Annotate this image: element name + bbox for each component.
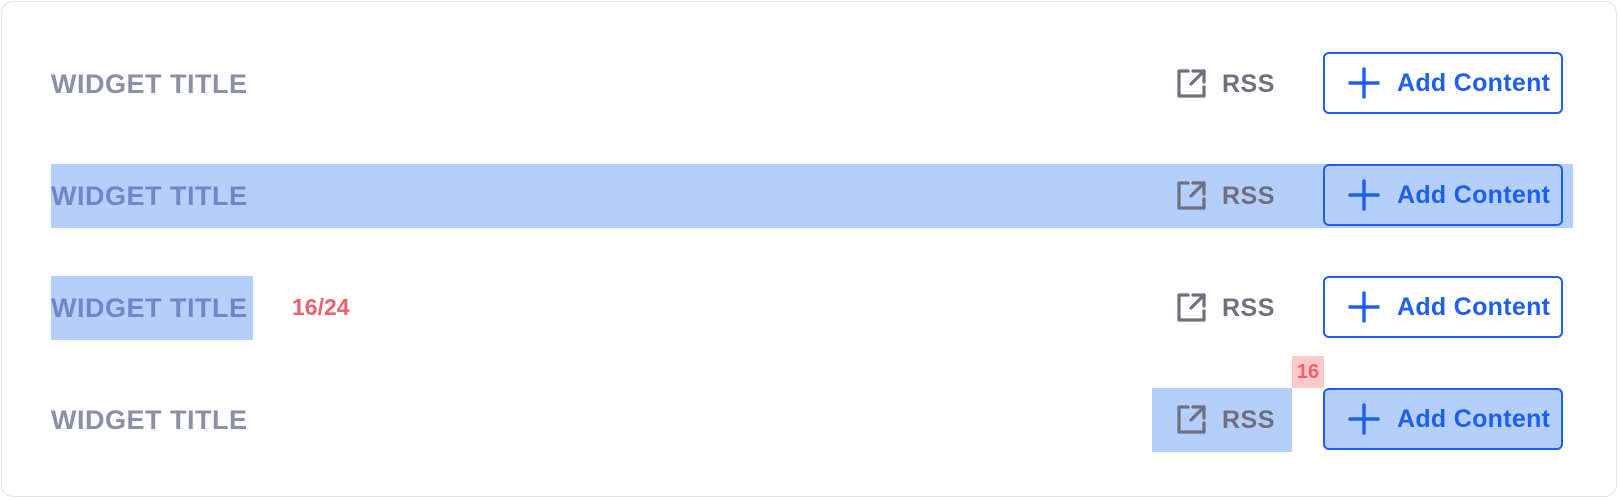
rss-link[interactable]: RSS <box>1152 52 1292 116</box>
rss-label: RSS <box>1222 181 1275 210</box>
widget-title: WIDGET TITLE <box>51 69 248 99</box>
plus-icon <box>1347 66 1381 100</box>
plus-icon <box>1347 402 1381 436</box>
widget-header-row-actions-spacing: WIDGET TITLE RSS 16 Add Content <box>51 356 1573 452</box>
rss-link[interactable]: RSS <box>1152 388 1292 452</box>
add-content-button[interactable]: Add Content <box>1323 52 1563 114</box>
add-content-label: Add Content <box>1397 180 1551 209</box>
rss-label: RSS <box>1222 405 1275 434</box>
add-content-button[interactable]: Add Content <box>1323 388 1563 450</box>
add-content-button[interactable]: Add Content <box>1323 164 1563 226</box>
widget-title: WIDGET TITLE <box>51 181 248 211</box>
external-link-icon <box>1174 179 1208 213</box>
add-content-label: Add Content <box>1397 292 1551 321</box>
widget-header-row-highlighted: WIDGET TITLE RSS Add Content <box>51 164 1573 228</box>
add-content-button[interactable]: Add Content <box>1323 276 1563 338</box>
plus-icon <box>1347 178 1381 212</box>
widget-header-row: WIDGET TITLE RSS Add Content <box>51 52 1573 116</box>
plus-icon <box>1347 290 1381 324</box>
add-content-label: Add Content <box>1397 68 1551 97</box>
widget-header-spec-card: WIDGET TITLE RSS Add Content WIDGET TITL… <box>1 1 1617 497</box>
widget-title: WIDGET TITLE <box>51 276 254 340</box>
external-link-icon <box>1174 291 1208 325</box>
external-link-icon <box>1174 403 1208 437</box>
widget-title: WIDGET TITLE <box>51 405 248 435</box>
spacing-measure-badge: 16 <box>1292 356 1324 388</box>
rss-link[interactable]: RSS <box>1152 164 1292 228</box>
widget-header-row-title-measure: WIDGET TITLE 16/24 RSS Add Content <box>51 276 1573 340</box>
rss-label: RSS <box>1222 293 1275 322</box>
rss-link[interactable]: RSS <box>1152 276 1292 340</box>
rss-label: RSS <box>1222 69 1275 98</box>
external-link-icon <box>1174 67 1208 101</box>
font-size-measure-label: 16/24 <box>292 294 350 320</box>
add-content-label: Add Content <box>1397 404 1551 433</box>
